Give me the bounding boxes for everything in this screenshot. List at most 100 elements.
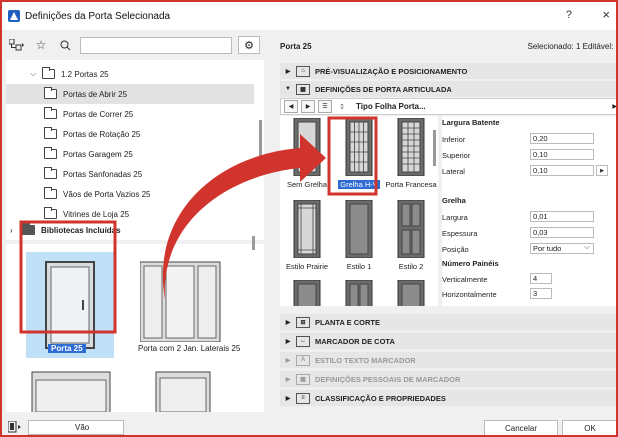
tree-item-bibliotecas[interactable]: › Bibliotecas Incluídas: [6, 220, 254, 240]
library-bottom-bar: Vão: [2, 416, 266, 435]
classification-icon: ≡: [296, 392, 310, 404]
next-page-button[interactable]: ▶: [301, 100, 315, 113]
grille-style-grid: Sem Grelha Grelha H-V Porta Francesa Est…: [280, 116, 438, 306]
cancel-button[interactable]: Cancelar: [484, 420, 558, 435]
label-horizontalmente: Horizontalmente: [442, 290, 497, 299]
input-horizontalmente[interactable]: 3: [530, 288, 552, 299]
section-hinged-door[interactable]: ▼ ▦ DEFINIÇÕES DE PORTA ARTICULADA: [280, 81, 616, 97]
grid-option-grelha-hv[interactable]: Grelha H-V: [334, 117, 384, 189]
prev-page-button[interactable]: ◀: [284, 100, 298, 113]
label-espessura: Espessura: [442, 229, 478, 238]
input-lateral[interactable]: 0,10: [530, 165, 594, 176]
search-input[interactable]: [80, 36, 232, 54]
dimension-marker-icon: ↔: [296, 335, 310, 347]
tree-item-portas-rotacao[interactable]: Portas de Rotação 25: [6, 124, 254, 144]
tree-item-portas-sanfonadas[interactable]: Portas Sanfonadas 25: [6, 164, 254, 184]
chevron-right-icon: ▶: [285, 68, 291, 75]
section-marcador-cota[interactable]: ▶ ↔ MARCADOR DE COTA: [280, 333, 616, 349]
door-thumbnail-icon: [31, 371, 111, 417]
ok-button[interactable]: OK: [562, 420, 616, 435]
page-menu-icon[interactable]: ☰: [318, 100, 332, 113]
settings-header: Porta 25 Selecionado: 1 Editável: 1: [272, 30, 616, 62]
thumbnail-label: Porta com 2 Jan. Laterais 25: [138, 344, 241, 353]
folder-icon: [44, 87, 57, 99]
grid-option-estilo-2[interactable]: Estilo 2: [386, 199, 436, 271]
grid-option-estilo-prairie[interactable]: Estilo Prairie: [282, 199, 332, 271]
tree-item-portas-abrir[interactable]: Portas de Abrir 25: [6, 84, 254, 104]
tree-scrollbar[interactable]: [259, 120, 262, 170]
select-posicao[interactable]: Por tudo: [530, 242, 594, 254]
chevron-right-icon[interactable]: ›: [10, 226, 20, 235]
grid-option-8[interactable]: [334, 279, 384, 306]
input-verticalmente[interactable]: 4: [530, 273, 552, 284]
door-style-icon: [397, 117, 425, 177]
folder-icon: [44, 127, 57, 139]
input-espessura[interactable]: 0,03: [530, 227, 594, 238]
opening-name-field[interactable]: Vão: [28, 420, 124, 435]
custom-marker-icon: ▦: [296, 373, 310, 385]
library-folder-icon: [22, 223, 35, 235]
panel-navigation: ◀ ▶ ☰ ▯ Tipo Folha Porta... ▶: [280, 98, 616, 115]
favorites-star-icon[interactable]: ☆: [32, 36, 50, 54]
section-estilo-texto: ▶ A ESTILO TEXTO MARCADOR: [280, 352, 616, 368]
chevron-right-icon: ▶: [285, 338, 291, 345]
label-inferior: Inferior: [442, 135, 466, 144]
thumbnail-scrollbar[interactable]: [252, 236, 255, 250]
door-thumbnail-icon: [26, 252, 114, 358]
folder-icon: [44, 187, 57, 199]
tree-item-vaos-porta[interactable]: Vãos de Porta Vazios 25: [6, 184, 254, 204]
door-type-icon[interactable]: [7, 420, 22, 435]
tree-item-portas-correr[interactable]: Portas de Correr 25: [6, 104, 254, 124]
door-settings-icon: ▦: [296, 83, 310, 95]
thumbnail-door-3[interactable]: [26, 368, 116, 417]
preview-icon: ⌂: [296, 65, 310, 77]
thumbnail-door-4[interactable]: [154, 368, 214, 417]
header-largura-batente: Largura Batente: [442, 118, 500, 127]
close-button[interactable]: ×: [602, 7, 610, 22]
folder-tree: ⌵ 1.2 Portas 25 Portas de Abrir 25 Porta…: [6, 60, 264, 240]
settings-panel: Porta 25 Selecionado: 1 Editável: 1 ▶ ⌂ …: [272, 30, 616, 435]
door-thumbnail-icon: [139, 261, 221, 343]
input-superior[interactable]: 0,10: [530, 149, 594, 160]
selected-label: Grelha H-V: [338, 180, 380, 189]
grille-properties: Largura Batente Inferior 0,20 Superior 0…: [442, 116, 616, 306]
door-style-icon: [345, 117, 373, 177]
tree-item-portas-garagem[interactable]: Portas Garagem 25: [6, 144, 254, 164]
door-style-icon: [345, 199, 373, 259]
search-icon[interactable]: [56, 36, 74, 54]
plan-section-icon: ⊞: [296, 316, 310, 328]
thumbnail-porta-2-jan[interactable]: Porta com 2 Jan. Laterais 25: [138, 252, 250, 358]
grid-option-sem-grelha[interactable]: Sem Grelha: [282, 117, 332, 189]
panel-type-title: Tipo Folha Porta...: [356, 102, 426, 111]
label-largura: Largura: [442, 213, 468, 222]
header-numero-paineis: Número Painéis: [442, 259, 499, 268]
thumbnail-porta-25[interactable]: Porta 25: [26, 252, 114, 358]
input-largura[interactable]: 0,01: [530, 211, 594, 222]
settings-gear-icon[interactable]: ⚙: [238, 36, 260, 54]
label-posicao: Posição: [442, 245, 469, 254]
grid-option-7[interactable]: [282, 279, 332, 306]
section-classificacao[interactable]: ▶ ≡ CLASSIFICAÇÃO E PROPRIEDADES: [280, 390, 616, 406]
grid-option-9[interactable]: [386, 279, 436, 306]
lateral-options-button[interactable]: ▶: [596, 165, 608, 176]
grid-option-estilo-1[interactable]: Estilo 1: [334, 199, 384, 271]
dialog-window: Definições da Porta Selecionada ? × ☆ ⚙ …: [0, 0, 618, 437]
thumbnail-label: Porta 25: [48, 344, 86, 353]
chevron-down-icon[interactable]: ⌵: [30, 69, 40, 79]
door-style-icon: [397, 199, 425, 259]
grid-scrollbar[interactable]: [433, 130, 436, 166]
folder-icon: [44, 107, 57, 119]
archicad-icon: [8, 10, 20, 22]
door-thumbnail-icon: [155, 371, 211, 417]
tree-item-portas-25[interactable]: ⌵ 1.2 Portas 25: [6, 64, 254, 84]
door-leaf-icon: ▯: [340, 104, 344, 110]
grid-option-porta-francesa[interactable]: Porta Francesa: [385, 117, 437, 189]
chevron-right-icon: ▶: [285, 357, 291, 364]
chevron-right-icon[interactable]: ▶: [612, 103, 616, 110]
library-tree-icon[interactable]: [8, 36, 26, 54]
section-preview[interactable]: ▶ ⌂ PRÉ-VISUALIZAÇÃO E POSICIONAMENTO: [280, 63, 616, 79]
input-inferior[interactable]: 0,20: [530, 133, 594, 144]
section-planta-corte[interactable]: ▶ ⊞ PLANTA E CORTE: [280, 314, 616, 330]
label-lateral: Lateral: [442, 167, 465, 176]
help-button[interactable]: ?: [566, 9, 572, 21]
